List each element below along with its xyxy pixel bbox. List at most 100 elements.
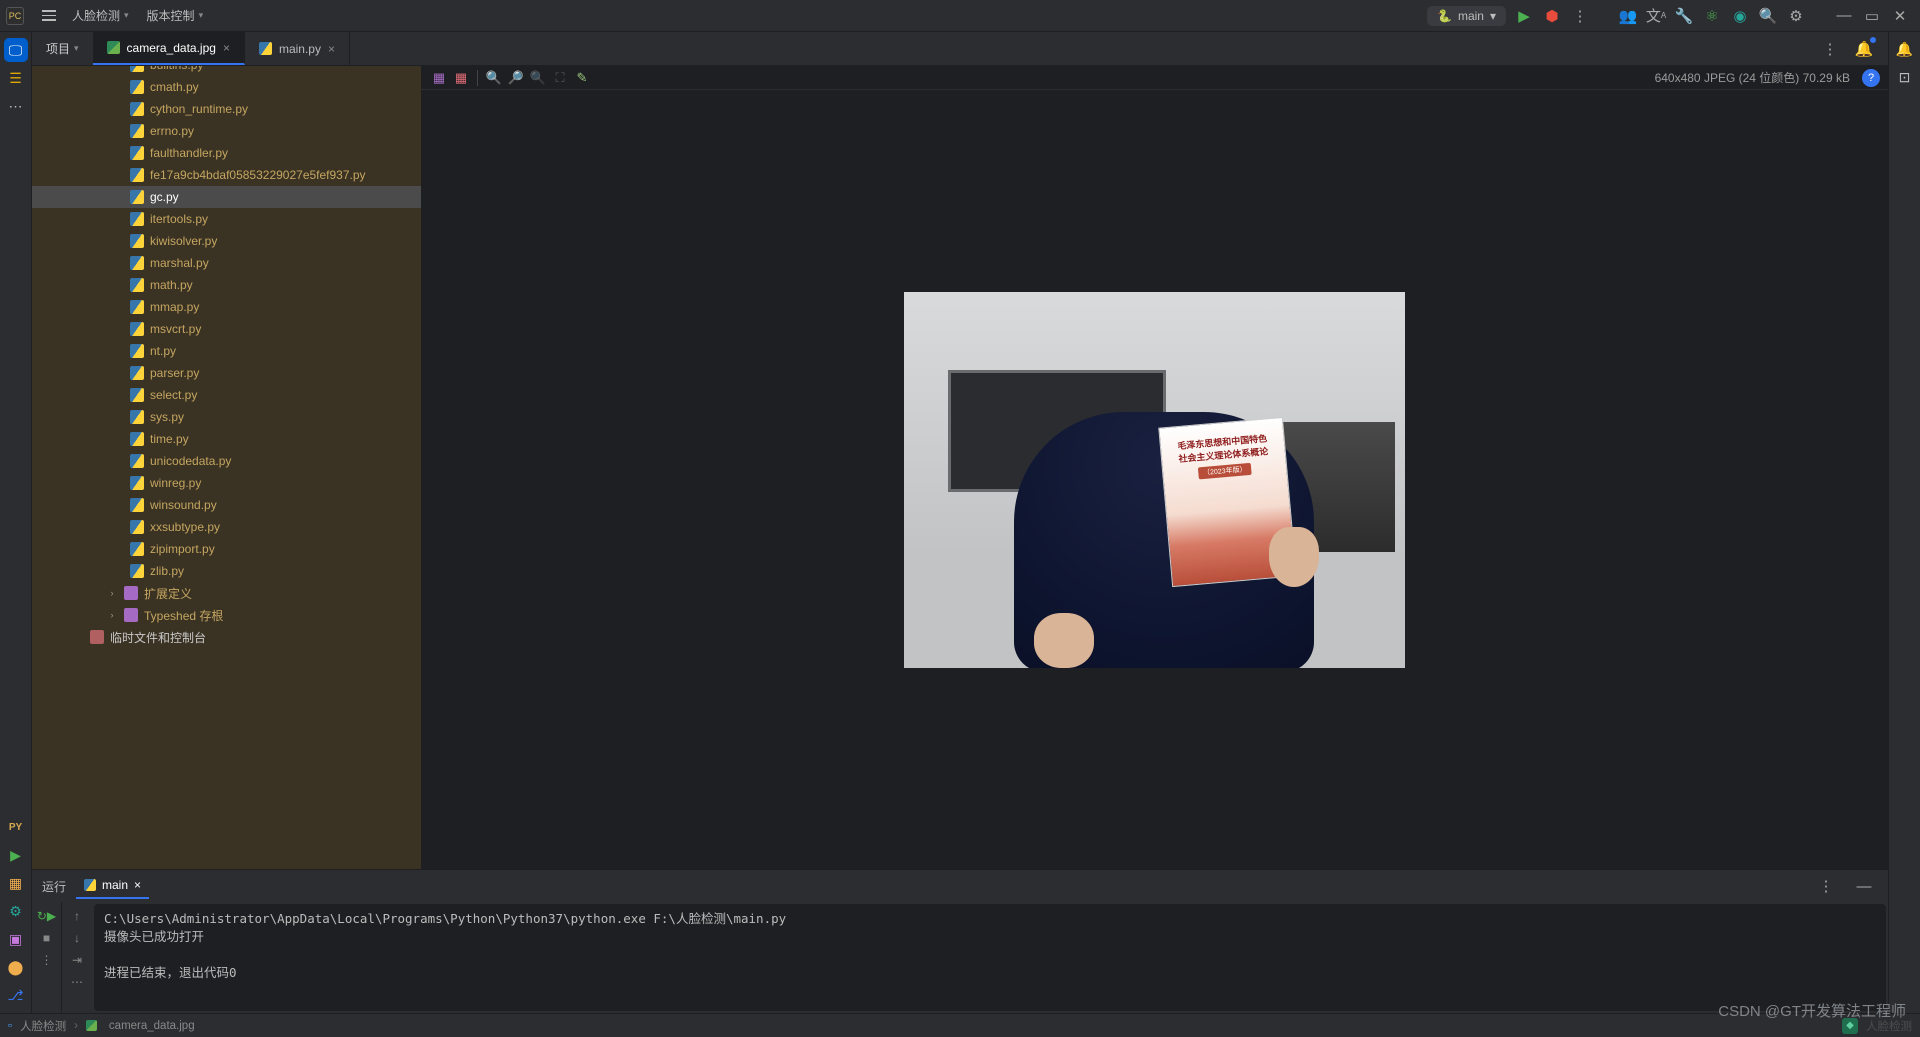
notifications-tool-icon[interactable]: 🔔	[1894, 38, 1916, 60]
run-panel: 运行 main × ⋮ ― ↻▶ ■ ⋮	[32, 869, 1888, 1013]
tree-file[interactable]: marshal.py	[32, 252, 421, 274]
color-picker-icon[interactable]: ✎	[572, 68, 592, 88]
ai-assistant-icon[interactable]: ⊡	[1894, 66, 1916, 88]
console-output[interactable]: C:\Users\Administrator\AppData\Local\Pro…	[94, 904, 1886, 1011]
close-tab-icon[interactable]: ×	[328, 42, 335, 56]
scroll-up-icon[interactable]: ↑	[67, 906, 87, 926]
close-run-tab-icon[interactable]: ×	[134, 878, 141, 892]
editor-tab-main-py[interactable]: main.py×	[245, 32, 350, 65]
python-file-icon	[130, 520, 144, 534]
run-tab-main[interactable]: main ×	[76, 873, 149, 899]
main-menu-icon[interactable]	[42, 10, 56, 21]
app-icon[interactable]: PC	[6, 7, 24, 25]
python-file-icon	[130, 102, 144, 116]
translate-icon[interactable]: 文A	[1643, 3, 1669, 29]
tree-file[interactable]: faulthandler.py	[32, 142, 421, 164]
tree-file[interactable]: time.py	[32, 428, 421, 450]
displayed-image: 毛泽东思想和中国特色 社会主义理论体系概论 （2023年版）	[904, 292, 1405, 668]
menu-face-detect[interactable]: 人脸检测▾	[72, 7, 129, 24]
transparency-icon[interactable]: ▦	[429, 68, 449, 88]
run-more-icon[interactable]: ⋮	[37, 950, 57, 970]
python-file-icon	[130, 234, 144, 248]
settings-icon[interactable]: ⚙	[1783, 3, 1809, 29]
python-packages-icon[interactable]: ▦	[4, 871, 28, 895]
maximize-icon[interactable]: ▭	[1859, 3, 1885, 29]
tab-options-icon[interactable]: ⋮	[1817, 36, 1843, 62]
python-file-icon	[130, 146, 144, 160]
tree-file[interactable]: cmath.py	[32, 76, 421, 98]
zoom-fit-icon[interactable]: ⛶	[550, 68, 570, 88]
vcs-tool-icon[interactable]: ⎇	[4, 983, 28, 1007]
grid-icon[interactable]: ▦	[451, 68, 471, 88]
tree-file[interactable]: cython_runtime.py	[32, 98, 421, 120]
tree-file[interactable]: xxsubtype.py	[32, 516, 421, 538]
tree-file[interactable]: itertools.py	[32, 208, 421, 230]
tree-file[interactable]: zipimport.py	[32, 538, 421, 560]
tree-file[interactable]: zlib.py	[32, 560, 421, 582]
project-tree[interactable]: builtins.pycmath.pycython_runtime.pyerrn…	[32, 66, 421, 869]
close-window-icon[interactable]: ✕	[1887, 3, 1913, 29]
structure-tool-icon[interactable]: ☰	[4, 66, 28, 90]
tree-file[interactable]: winreg.py	[32, 472, 421, 494]
soft-wrap-icon[interactable]: ⇥	[67, 950, 87, 970]
tree-file[interactable]: errno.py	[32, 120, 421, 142]
tree-file[interactable]: parser.py	[32, 362, 421, 384]
python-file-icon	[130, 344, 144, 358]
editor-tab-camera_data-jpg[interactable]: camera_data.jpg×	[93, 32, 245, 65]
run-panel-options-icon[interactable]: ⋮	[1813, 873, 1839, 899]
help-icon[interactable]: ?	[1862, 69, 1880, 87]
ai-icon[interactable]: ⚛	[1699, 3, 1725, 29]
breadcrumb-root[interactable]: 人脸检测	[20, 1018, 66, 1034]
run-panel-hide-icon[interactable]: ―	[1851, 873, 1877, 899]
tree-scratches[interactable]: 临时文件和控制台	[32, 626, 421, 648]
tree-file[interactable]: mmap.py	[32, 296, 421, 318]
menu-vcs[interactable]: 版本控制▾	[147, 7, 204, 24]
more-tools-icon[interactable]: ⋯	[4, 94, 28, 118]
close-tab-icon[interactable]: ×	[223, 41, 230, 55]
scroll-down-icon[interactable]: ↓	[67, 928, 87, 948]
tree-file[interactable]: math.py	[32, 274, 421, 296]
project-tool-icon[interactable]: 🖵	[4, 38, 28, 62]
notifications-icon[interactable]: 🔔	[1851, 36, 1877, 62]
tree-file[interactable]: winsound.py	[32, 494, 421, 516]
run-configuration[interactable]: 🐍 main ▾	[1427, 6, 1506, 26]
more-run-icon[interactable]: ⋮	[1567, 3, 1593, 29]
tree-library[interactable]: ›扩展定义	[32, 582, 421, 604]
tree-file[interactable]: kiwisolver.py	[32, 230, 421, 252]
status-bar: ▫ 人脸检测 › camera_data.jpg ◆ 人脸检测	[0, 1013, 1920, 1037]
search-icon[interactable]: 🔍	[1755, 3, 1781, 29]
right-toolwindow-bar: 🔔 ⊡	[1888, 32, 1920, 1013]
tree-file[interactable]: unicodedata.py	[32, 450, 421, 472]
image-canvas[interactable]: 毛泽东思想和中国特色 社会主义理论体系概论 （2023年版）	[421, 90, 1888, 869]
breadcrumb-file[interactable]: camera_data.jpg	[109, 1020, 195, 1032]
problems-tool-icon[interactable]: ⬤	[4, 955, 28, 979]
stop-icon[interactable]: ■	[37, 928, 57, 948]
tree-file[interactable]: nt.py	[32, 340, 421, 362]
library-icon	[124, 586, 138, 600]
tree-file[interactable]: fe17a9cb4bdaf05853229027e5fef937.py	[32, 164, 421, 186]
run-button[interactable]: ▶	[1511, 3, 1537, 29]
scratch-icon	[90, 630, 104, 644]
minimize-icon[interactable]: ―	[1831, 3, 1857, 29]
debug-button[interactable]: ⬢	[1539, 3, 1565, 29]
tree-file[interactable]: msvcrt.py	[32, 318, 421, 340]
zoom-in-icon[interactable]: 🔍	[484, 68, 504, 88]
console-more-icon[interactable]: ⋯	[67, 972, 87, 992]
code-with-me-icon[interactable]: 👥	[1615, 3, 1641, 29]
run-tool-icon[interactable]: ▶	[4, 843, 28, 867]
file-py-icon	[259, 42, 272, 55]
terminal-tool-icon[interactable]: ▣	[4, 927, 28, 951]
tree-file[interactable]: builtins.py	[32, 66, 421, 76]
build-icon[interactable]: 🔧	[1671, 3, 1697, 29]
project-dropdown[interactable]: 项目▾	[32, 32, 93, 65]
zoom-actual-icon[interactable]: 🔍	[528, 68, 548, 88]
tree-file[interactable]: sys.py	[32, 406, 421, 428]
tree-library[interactable]: ›Typeshed 存根	[32, 604, 421, 626]
sync-icon[interactable]: ◉	[1727, 3, 1753, 29]
python-console-icon[interactable]: PY	[4, 815, 28, 839]
tree-file[interactable]: select.py	[32, 384, 421, 406]
services-tool-icon[interactable]: ⚙	[4, 899, 28, 923]
zoom-out-icon[interactable]: 🔎	[506, 68, 526, 88]
tree-file[interactable]: gc.py	[32, 186, 421, 208]
rerun-icon[interactable]: ↻▶	[37, 906, 57, 926]
